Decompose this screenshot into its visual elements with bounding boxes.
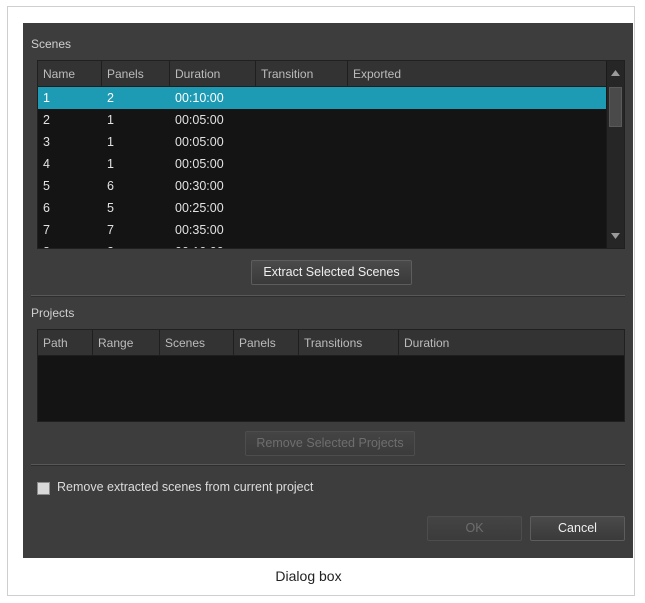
cell-duration: 00:05:00	[175, 113, 224, 127]
ok-button[interactable]: OK	[427, 516, 522, 541]
column-header-transitions[interactable]: Transitions	[299, 330, 399, 356]
cell-duration: 00:05:00	[175, 135, 224, 149]
cell-name: 4	[43, 157, 50, 171]
cell-name: 6	[43, 201, 50, 215]
scenes-table-header: Name Panels Duration Transition Exported	[38, 61, 607, 87]
cell-transition	[256, 241, 261, 248]
projects-section-label: Projects	[31, 306, 75, 320]
column-header-scenes[interactable]: Scenes	[160, 330, 234, 356]
cell-exported	[348, 153, 353, 175]
scroll-down-arrow-icon[interactable]	[607, 228, 624, 244]
cell-panels: 7	[107, 223, 114, 237]
cell-exported	[348, 87, 353, 109]
table-row[interactable]: 5 6 00:30:00	[38, 175, 607, 197]
cell-duration: 00:25:00	[175, 201, 224, 215]
remove-extracted-label: Remove extracted scenes from current pro…	[57, 480, 314, 494]
cell-exported	[348, 109, 353, 131]
column-header-duration[interactable]: Duration	[399, 330, 624, 356]
cell-exported	[348, 219, 353, 241]
cell-exported	[348, 197, 353, 219]
figure-caption: Dialog box	[275, 568, 342, 584]
projects-table-header: Path Range Scenes Panels Transitions Dur…	[38, 330, 624, 356]
table-row[interactable]: 2 1 00:05:00	[38, 109, 607, 131]
cell-duration: 00:30:00	[175, 179, 224, 193]
cell-duration: 00:10:00	[175, 91, 224, 105]
cell-name: 7	[43, 223, 50, 237]
cell-transition	[256, 197, 261, 219]
scroll-up-arrow-icon[interactable]	[607, 65, 624, 81]
table-row[interactable]: 6 5 00:25:00	[38, 197, 607, 219]
scenes-section-label: Scenes	[31, 37, 72, 51]
cell-duration: 00:05:00	[175, 157, 224, 171]
scenes-scrollbar[interactable]	[606, 61, 624, 248]
cell-duration: 00:10:00	[170, 241, 224, 248]
cell-panels: 1	[107, 157, 114, 171]
column-header-range[interactable]: Range	[93, 330, 160, 356]
scroll-thumb[interactable]	[609, 87, 622, 127]
remove-selected-projects-button[interactable]: Remove Selected Projects	[245, 431, 415, 456]
cell-duration: 00:35:00	[175, 223, 224, 237]
cell-name: 1	[43, 91, 50, 105]
scenes-table[interactable]: Name Panels Duration Transition Exported…	[37, 60, 625, 249]
cell-transition	[256, 175, 261, 197]
cell-panels: 1	[107, 113, 114, 127]
section-divider	[31, 464, 625, 466]
cell-panels: 5	[107, 201, 114, 215]
cell-name: 2	[43, 113, 50, 127]
cell-exported	[348, 131, 353, 153]
section-divider	[31, 295, 625, 297]
cell-panels: 2	[102, 241, 114, 248]
column-header-panels[interactable]: Panels	[234, 330, 299, 356]
column-header-panels[interactable]: Panels	[102, 61, 170, 87]
table-row[interactable]: 1 2 00:10:00	[38, 87, 607, 109]
cell-transition	[256, 109, 261, 131]
column-header-exported[interactable]: Exported	[348, 61, 607, 87]
cell-name: 8	[38, 241, 50, 248]
column-header-transition[interactable]: Transition	[256, 61, 348, 87]
projects-table[interactable]: Path Range Scenes Panels Transitions Dur…	[37, 329, 625, 422]
column-header-name[interactable]: Name	[38, 61, 102, 87]
cell-name: 5	[43, 179, 50, 193]
extract-scenes-dialog: Scenes Name Panels Duration Transition E…	[23, 23, 633, 558]
cell-exported	[348, 241, 353, 248]
table-row[interactable]: 8 2 00:10:00	[38, 241, 607, 248]
cancel-button[interactable]: Cancel	[530, 516, 625, 541]
table-row[interactable]: 3 1 00:05:00	[38, 131, 607, 153]
cell-transition	[256, 87, 261, 109]
cell-panels: 6	[107, 179, 114, 193]
table-row[interactable]: 4 1 00:05:00	[38, 153, 607, 175]
cell-transition	[256, 131, 261, 153]
cell-transition	[256, 219, 261, 241]
cell-name: 3	[43, 135, 50, 149]
column-header-path[interactable]: Path	[38, 330, 93, 356]
cell-exported	[348, 175, 353, 197]
column-header-duration[interactable]: Duration	[170, 61, 256, 87]
cell-panels: 2	[107, 91, 114, 105]
table-row[interactable]: 7 7 00:35:00	[38, 219, 607, 241]
cell-transition	[256, 153, 261, 175]
remove-extracted-checkbox[interactable]	[37, 482, 50, 495]
extract-selected-scenes-button[interactable]: Extract Selected Scenes	[251, 260, 412, 285]
cell-panels: 1	[107, 135, 114, 149]
